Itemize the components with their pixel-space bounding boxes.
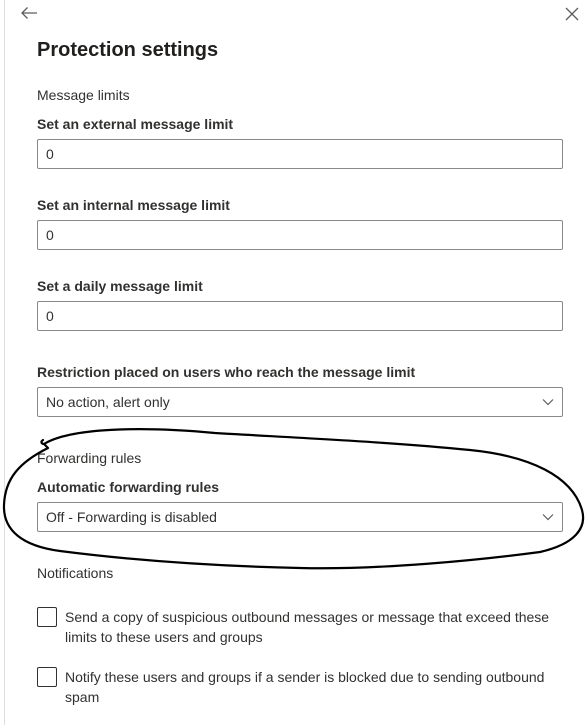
page-title: Protection settings [37, 39, 219, 61]
external-limit-input[interactable] [46, 146, 554, 162]
notify-checkbox-row: Notify these users and groups if a sende… [37, 667, 557, 707]
daily-limit-input[interactable] [46, 308, 554, 324]
external-limit-label: Set an external message limit [37, 116, 234, 132]
external-limit-field [37, 139, 563, 169]
copy-checkbox-label: Send a copy of suspicious outbound messa… [65, 609, 550, 645]
daily-limit-field [37, 301, 563, 331]
notify-checkbox-label: Notify these users and groups if a sende… [65, 669, 545, 705]
restriction-label: Restriction placed on users who reach th… [37, 364, 416, 380]
daily-limit-label: Set a daily message limit [37, 278, 203, 294]
restriction-selected-value: No action, alert only [46, 394, 170, 410]
automatic-forwarding-label: Automatic forwarding rules [37, 479, 220, 495]
restriction-dropdown[interactable]: No action, alert only [37, 387, 563, 417]
close-button[interactable] [561, 3, 583, 25]
automatic-forwarding-dropdown[interactable]: Off - Forwarding is disabled [37, 502, 563, 532]
automatic-forwarding-selected-value: Off - Forwarding is disabled [46, 509, 217, 525]
copy-checkbox-row: Send a copy of suspicious outbound messa… [37, 607, 557, 647]
section-message-limits: Message limits [37, 87, 130, 103]
copy-checkbox[interactable] [37, 607, 57, 627]
back-button[interactable] [18, 2, 40, 24]
close-icon [565, 7, 579, 21]
arrow-left-icon [21, 7, 37, 19]
chevron-down-icon [542, 513, 554, 521]
section-notifications: Notifications [37, 565, 114, 581]
internal-limit-field [37, 220, 563, 250]
internal-limit-input[interactable] [46, 227, 554, 243]
notify-checkbox[interactable] [37, 667, 57, 687]
internal-limit-label: Set an internal message limit [37, 197, 230, 213]
panel-left-border [4, 0, 5, 725]
section-forwarding-rules: Forwarding rules [37, 450, 142, 466]
chevron-down-icon [542, 398, 554, 406]
